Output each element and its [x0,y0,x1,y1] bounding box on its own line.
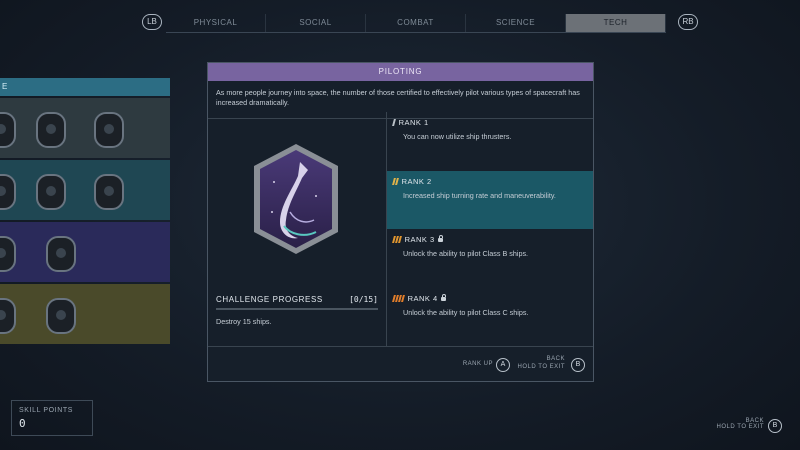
skill-points-value: 0 [19,417,26,430]
hold-to-exit-label: HOLD TO EXIT [517,364,565,370]
piloting-emblem-icon [254,144,338,254]
skill-tree-header: E [0,78,170,96]
tab-science[interactable]: SCIENCE [466,14,566,32]
challenge-description: Destroy 15 ships. [216,317,272,326]
rank-pip-icon [392,119,396,126]
rank-list: RANK 1 You can now utilize ship thruster… [387,112,593,346]
back-button[interactable]: B [571,358,585,372]
rank-label: RANK 1 [398,118,429,127]
skill-badge[interactable] [36,174,66,210]
screen-back-button[interactable]: B [768,419,782,433]
rank-label: RANK 3 [404,235,435,244]
rank-pip-icon [398,236,402,243]
panel-footer: RANK UP A BACK HOLD TO EXIT B [208,346,593,382]
skill-tier-row [0,284,170,344]
rank-4-item[interactable]: RANK 4 Unlock the ability to pilot Class… [387,288,593,347]
back-label: BACK [546,356,565,362]
rank-up-button[interactable]: A [496,358,510,372]
lb-bumper-button[interactable]: LB [142,14,162,30]
skill-tier-row [0,160,170,220]
rank-description: Unlock the ability to pilot Class B ship… [403,249,529,258]
rank-2-item[interactable]: RANK 2 Increased ship turning rate and m… [387,170,593,229]
lock-icon [440,293,446,301]
challenge-progress-count: [0/15] [349,295,378,304]
skill-badge[interactable] [94,112,124,148]
category-tabs: PHYSICAL SOCIAL COMBAT SCIENCE TECH [166,14,666,33]
tab-physical[interactable]: PHYSICAL [166,14,266,32]
rank-3-item[interactable]: RANK 3 Unlock the ability to pilot Class… [387,229,593,288]
skill-points-box: SKILL POINTS 0 [11,400,93,436]
rank-pip-icon [401,294,405,302]
skill-badge[interactable] [36,112,66,148]
skill-badge[interactable] [94,174,124,210]
skill-badge[interactable] [0,174,16,210]
screen-hold-to-exit-label: HOLD TO EXIT [716,424,764,430]
rank-up-label: RANK UP [462,361,493,367]
rank-description: Unlock the ability to pilot Class C ship… [403,307,529,317]
skill-badge[interactable] [0,236,16,272]
skill-tree-grid: E [0,78,170,346]
skill-tier-row [0,98,170,158]
tab-combat[interactable]: COMBAT [366,14,466,32]
rank-pip-icon [395,177,399,185]
rank-1-item[interactable]: RANK 1 You can now utilize ship thruster… [387,112,593,171]
skill-title: PILOTING [208,63,593,81]
skill-badge[interactable] [46,298,76,334]
screen-back-hint: BACK HOLD TO EXIT [717,418,764,430]
category-nav: LB PHYSICAL SOCIAL COMBAT SCIENCE TECH R… [140,14,700,34]
tab-tech[interactable]: TECH [566,14,666,32]
skill-overview: CHALLENGE PROGRESS [0/15] Destroy 15 shi… [208,112,387,346]
skill-detail-panel: PILOTING As more people journey into spa… [207,62,594,382]
skill-badge[interactable] [46,236,76,272]
skill-tier-row [0,222,170,282]
skill-points-label: SKILL POINTS [19,407,74,414]
skill-badge[interactable] [0,112,16,148]
lock-icon [437,235,443,242]
challenge-progress-bar [216,308,378,310]
rank-label: RANK 4 [407,293,438,303]
rb-bumper-button[interactable]: RB [678,14,698,30]
tab-social[interactable]: SOCIAL [266,14,366,32]
rank-label: RANK 2 [401,176,432,186]
rank-description: Increased ship turning rate and maneuver… [403,190,556,200]
rank-description: You can now utilize ship thrusters. [403,132,512,141]
skill-badge[interactable] [0,298,16,334]
